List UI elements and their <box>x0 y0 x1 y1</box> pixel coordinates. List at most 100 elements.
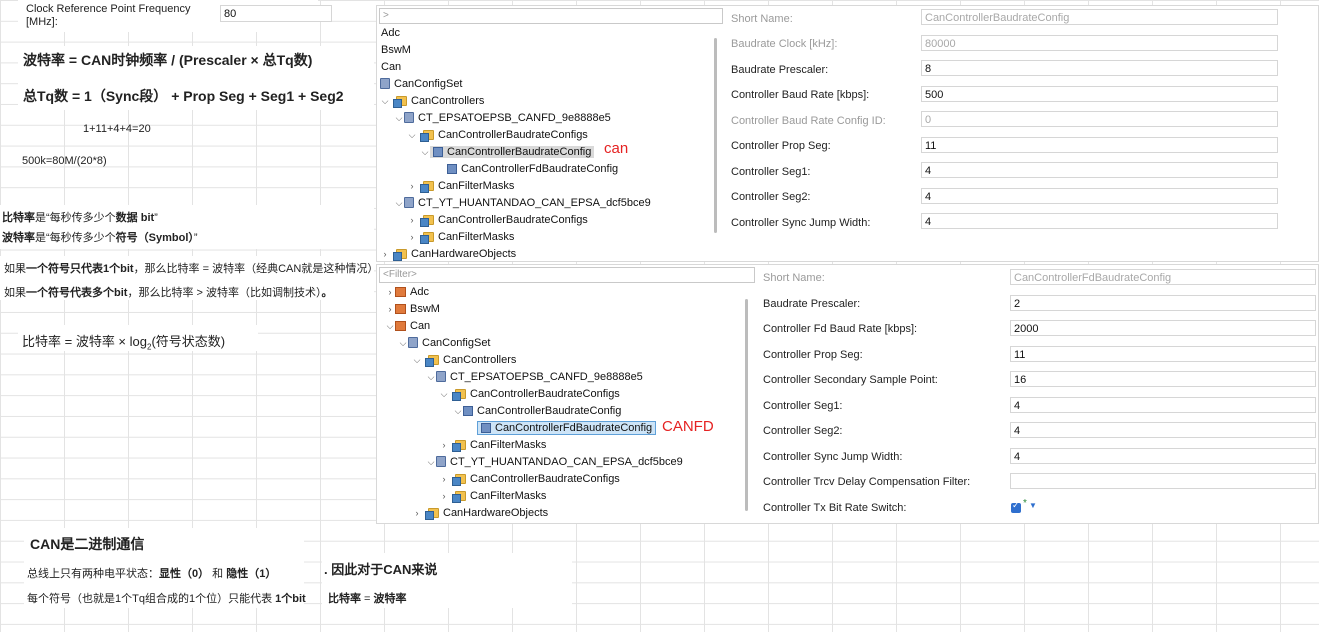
tree2-item-baudrateconfigs-2[interactable]: › CanControllerBaudrateConfigs <box>439 471 620 487</box>
prop-field-seg1[interactable]: 4 <box>921 162 1278 178</box>
can-tree-panel: > Adc BswM Can CanConfigSet ⌵ CanControll… <box>376 5 726 262</box>
chevron-down-icon[interactable]: ⌵ <box>398 335 408 351</box>
prop-label-shortname: Short Name: <box>731 13 793 25</box>
fd-prop-label-prescaler: Baudrate Prescaler: <box>763 298 861 310</box>
fd-prop-field-seg1[interactable]: 4 <box>1010 397 1316 413</box>
tree-item-filtermasks[interactable]: › CanFilterMasks <box>407 178 514 194</box>
fd-prop-field-baudrate[interactable]: 2000 <box>1010 320 1316 336</box>
prop-field-sjw[interactable]: 4 <box>921 213 1278 229</box>
config-icon <box>408 337 418 348</box>
tree-item-baudrateconfig[interactable]: ⌵ CanControllerBaudrateConfig <box>420 144 595 160</box>
chevron-right-icon[interactable]: › <box>385 284 395 300</box>
tree-filter-input[interactable]: > <box>379 8 723 24</box>
tree2-item-fdbaudrateconfig[interactable]: CanControllerFdBaudrateConfig <box>477 420 657 436</box>
fd-prop-label-trcv-delay: Controller Trcv Delay Compensation Filte… <box>763 476 971 488</box>
prop-field-baudrate[interactable]: 500 <box>921 86 1278 102</box>
tree-item-bswm[interactable]: BswM <box>381 42 411 58</box>
tree2-item-baudrateconfig[interactable]: ⌵ CanControllerBaudrateConfig <box>453 403 622 419</box>
folder-icon <box>420 215 434 227</box>
chevron-right-icon[interactable]: › <box>412 505 422 521</box>
fd-prop-field-trcv-delay[interactable] <box>1010 473 1316 489</box>
tree2-item-filtermasks[interactable]: › CanFilterMasks <box>439 437 546 453</box>
prop-label-baudclock: Baudrate Clock [kHz]: <box>731 38 838 50</box>
tree-item-adc[interactable]: Adc <box>381 25 400 41</box>
chevron-down-icon[interactable]: ⌵ <box>380 93 390 109</box>
tree-item-controller-canfd[interactable]: ⌵ CT_EPSATOEPSB_CANFD_9e8888e5 <box>394 110 611 126</box>
tree-item-controller-can[interactable]: ⌵ CT_YT_HUANTANDAO_CAN_EPSA_dcf5bce9 <box>394 195 651 211</box>
folder-icon <box>420 130 434 142</box>
tree2-item-cancontrollers[interactable]: ⌵ CanControllers <box>412 352 516 368</box>
tree2-item-baudrateconfigs[interactable]: ⌵ CanControllerBaudrateConfigs <box>439 386 620 402</box>
fd-prop-field-propseg[interactable]: 11 <box>1010 346 1316 362</box>
chevron-down-icon[interactable]: ⌵ <box>394 195 404 211</box>
brs-checkbox[interactable] <box>1011 500 1021 513</box>
chevron-right-icon[interactable]: › <box>407 229 417 245</box>
tree2-item-hwobjects[interactable]: › CanHardwareObjects <box>412 505 548 521</box>
tree-item-hwobjects[interactable]: › CanHardwareObjects <box>380 246 516 261</box>
bus-levels-line: 总线上只有两种电平状态：显性（0） 和 隐性（1） <box>27 568 277 580</box>
chevron-right-icon[interactable]: › <box>439 437 449 453</box>
prop-label-seg1: Controller Seg1: <box>731 166 811 178</box>
tree-item-fdbaudrateconfig[interactable]: CanControllerFdBaudrateConfig <box>447 161 618 177</box>
chevron-down-icon[interactable]: ⌵ <box>394 110 404 126</box>
chevron-down-icon[interactable]: ⌵ <box>426 454 436 470</box>
fd-prop-field-ssp[interactable]: 16 <box>1010 371 1316 387</box>
bitrate-def: 比特率是“每秒传多少个数据 bit” <box>2 212 158 224</box>
tree2-item-bswm[interactable]: › BswM <box>385 301 440 317</box>
therefore-line: . 因此对于CAN来说 <box>324 562 438 577</box>
module-icon <box>395 287 406 297</box>
tree2-item-controller-canfd[interactable]: ⌵ CT_EPSATOEPSB_CANFD_9e8888e5 <box>426 369 643 385</box>
calc-line: 500k=80M/(20*8) <box>22 155 107 167</box>
dropdown-arrow-icon[interactable]: ▼ <box>1029 501 1037 510</box>
tree-item-baudrateconfigs[interactable]: ⌵ CanControllerBaudrateConfigs <box>407 127 588 143</box>
tree2-item-filtermasks-2[interactable]: › CanFilterMasks <box>439 488 546 504</box>
tree2-item-can[interactable]: ⌵ Can <box>385 318 431 334</box>
tree2-item-adc[interactable]: › Adc <box>385 284 429 300</box>
prop-field-prescaler[interactable]: 8 <box>921 60 1278 76</box>
chevron-down-icon[interactable]: ⌵ <box>439 386 449 402</box>
cube-icon <box>481 423 491 433</box>
prop-label-prescaler: Baudrate Prescaler: <box>731 64 829 76</box>
folder-icon <box>425 355 439 367</box>
prop-field-shortname: CanControllerBaudrateConfig <box>921 9 1278 25</box>
tree-item-cancontrollers[interactable]: ⌵ CanControllers <box>380 93 484 109</box>
chevron-right-icon[interactable]: › <box>439 488 449 504</box>
canfd-tree-panel: <Filter> › Adc › BswM ⌵ Can ⌵ CanConfigSet ⌵… <box>376 264 758 524</box>
chevron-down-icon[interactable]: ⌵ <box>385 318 395 334</box>
prop-label-baudrate: Controller Baud Rate [kbps]: <box>731 89 870 101</box>
prop-field-propseg[interactable]: 11 <box>921 137 1278 153</box>
prop-label-seg2: Controller Seg2: <box>731 191 811 203</box>
fd-prop-field-seg2[interactable]: 4 <box>1010 422 1316 438</box>
clock-value-field[interactable]: 80 <box>220 5 332 22</box>
chevron-right-icon[interactable]: › <box>380 246 390 261</box>
tree-item-can[interactable]: Can <box>381 59 401 75</box>
prop-field-seg2[interactable]: 4 <box>921 188 1278 204</box>
config-icon <box>436 456 446 467</box>
fd-prop-field-sjw[interactable]: 4 <box>1010 448 1316 464</box>
baud-formula: 波特率 = CAN时钟频率 / (Prescaler × 总Tq数) <box>23 52 313 68</box>
tree-item-baudrateconfigs-2[interactable]: › CanControllerBaudrateConfigs <box>407 212 588 228</box>
symbol-line: 每个符号（也就是1个Tq组合成的1个位）只能代表 1个bit <box>27 593 306 605</box>
tree-item-canconfigset[interactable]: CanConfigSet <box>380 76 463 92</box>
tree2-item-canconfigset[interactable]: ⌵ CanConfigSet <box>398 335 491 351</box>
chevron-down-icon[interactable]: ⌵ <box>412 352 422 368</box>
folder-icon <box>452 491 466 503</box>
folder-icon <box>452 474 466 486</box>
chevron-down-icon[interactable]: ⌵ <box>420 144 430 160</box>
tree-item-filtermasks-2[interactable]: › CanFilterMasks <box>407 229 514 245</box>
folder-icon <box>420 181 434 193</box>
tree-scrollbar-2[interactable] <box>745 299 748 511</box>
chevron-right-icon[interactable]: › <box>407 178 417 194</box>
tree-filter-input-2[interactable]: <Filter> <box>379 267 755 283</box>
tree2-item-controller-can[interactable]: ⌵ CT_YT_HUANTANDAO_CAN_EPSA_dcf5bce9 <box>426 454 683 470</box>
chevron-down-icon[interactable]: ⌵ <box>407 127 417 143</box>
tree-scrollbar[interactable] <box>714 38 717 233</box>
fd-prop-field-prescaler[interactable]: 2 <box>1010 295 1316 311</box>
cube-icon <box>433 147 443 157</box>
chevron-down-icon[interactable]: ⌵ <box>426 369 436 385</box>
chevron-right-icon[interactable]: › <box>439 471 449 487</box>
chevron-right-icon[interactable]: › <box>385 301 395 317</box>
chevron-down-icon[interactable]: ⌵ <box>453 403 463 419</box>
chevron-right-icon[interactable]: › <box>407 212 417 228</box>
tq-formula: 总Tq数 = 1（Sync段） + Prop Seg + Seg1 + Seg2 <box>23 88 344 104</box>
